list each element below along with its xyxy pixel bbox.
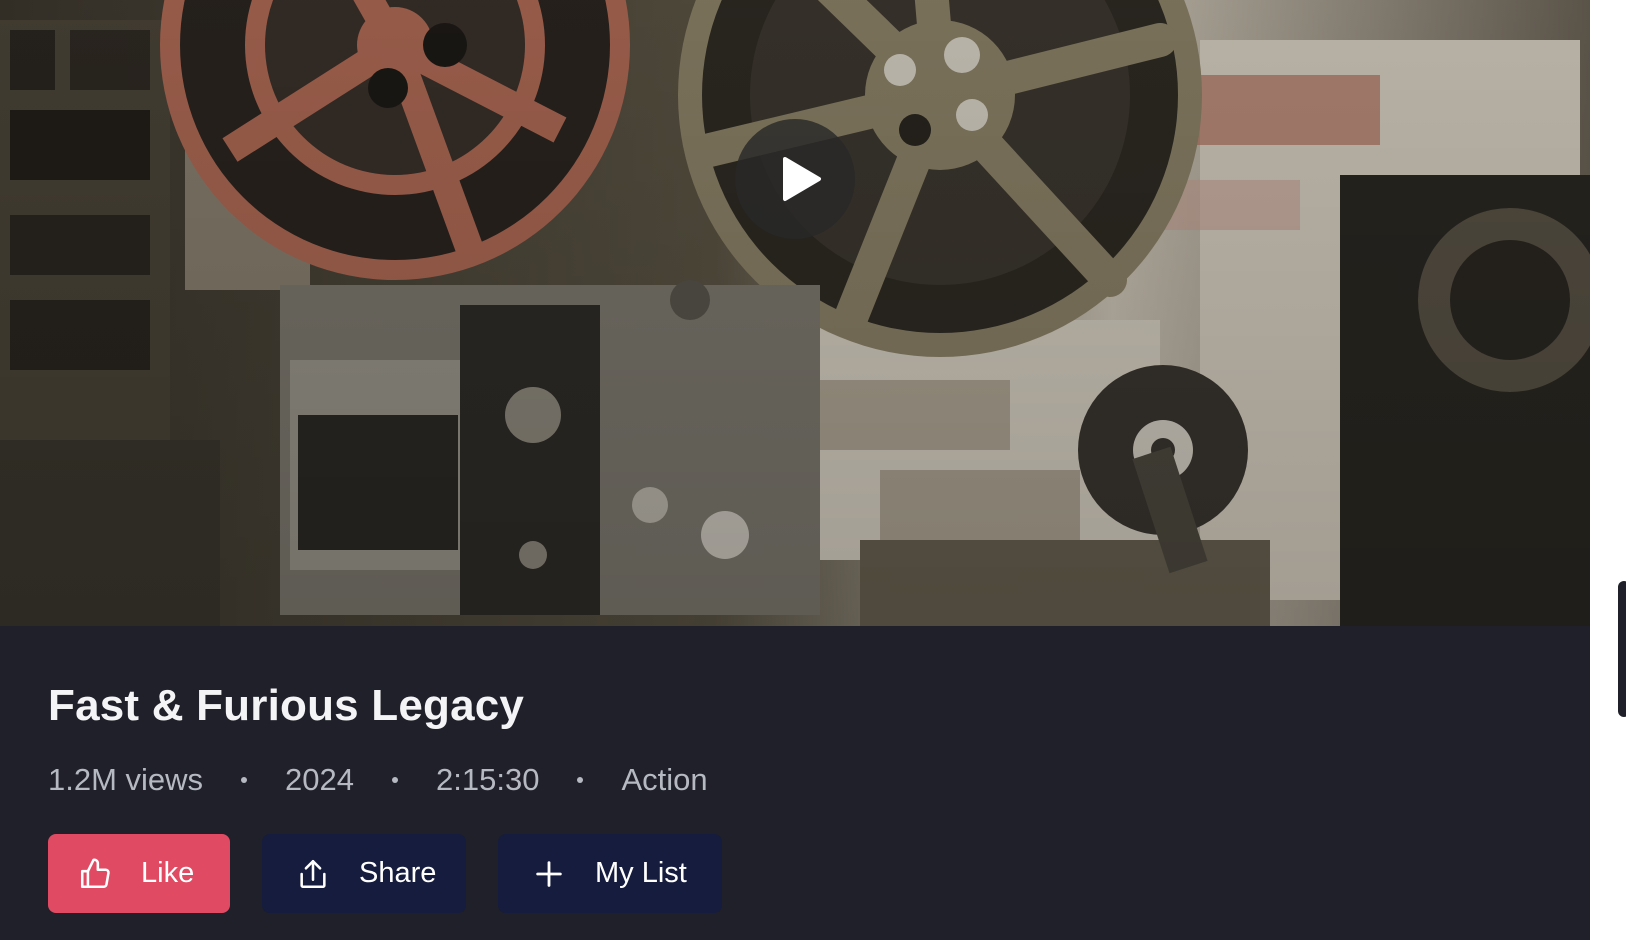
video-info: Fast & Furious Legacy 1.2M views 2024 2:… [48, 678, 708, 800]
video-thumbnail [0, 0, 1590, 626]
scrollbar-track[interactable] [1590, 0, 1626, 940]
my-list-button[interactable]: My List [498, 834, 722, 913]
play-button[interactable] [735, 119, 855, 239]
video-detail-panel: Fast & Furious Legacy 1.2M views 2024 2:… [0, 0, 1590, 940]
view-count: 1.2M views [48, 762, 204, 797]
video-meta: 1.2M views 2024 2:15:30 Action [48, 760, 708, 800]
play-icon [783, 157, 821, 201]
meta-separator [241, 777, 248, 783]
plus-icon [532, 857, 566, 891]
share-label: Share [359, 857, 437, 889]
share-icon [296, 857, 330, 891]
meta-separator [577, 777, 584, 783]
app-viewport: Fast & Furious Legacy 1.2M views 2024 2:… [0, 0, 1626, 940]
video-title: Fast & Furious Legacy [48, 681, 525, 730]
my-list-label: My List [595, 857, 687, 889]
scrollbar-thumb[interactable] [1618, 581, 1626, 717]
release-year: 2024 [285, 762, 355, 797]
like-label: Like [141, 857, 195, 889]
video-hero[interactable] [0, 0, 1590, 626]
action-bar: Like Share My List [48, 834, 722, 913]
like-button[interactable]: Like [48, 834, 230, 913]
genre: Action [621, 762, 708, 797]
share-button[interactable]: Share [262, 834, 466, 913]
meta-separator [392, 777, 399, 783]
thumbs-up-icon [78, 857, 112, 891]
duration: 2:15:30 [436, 762, 540, 797]
